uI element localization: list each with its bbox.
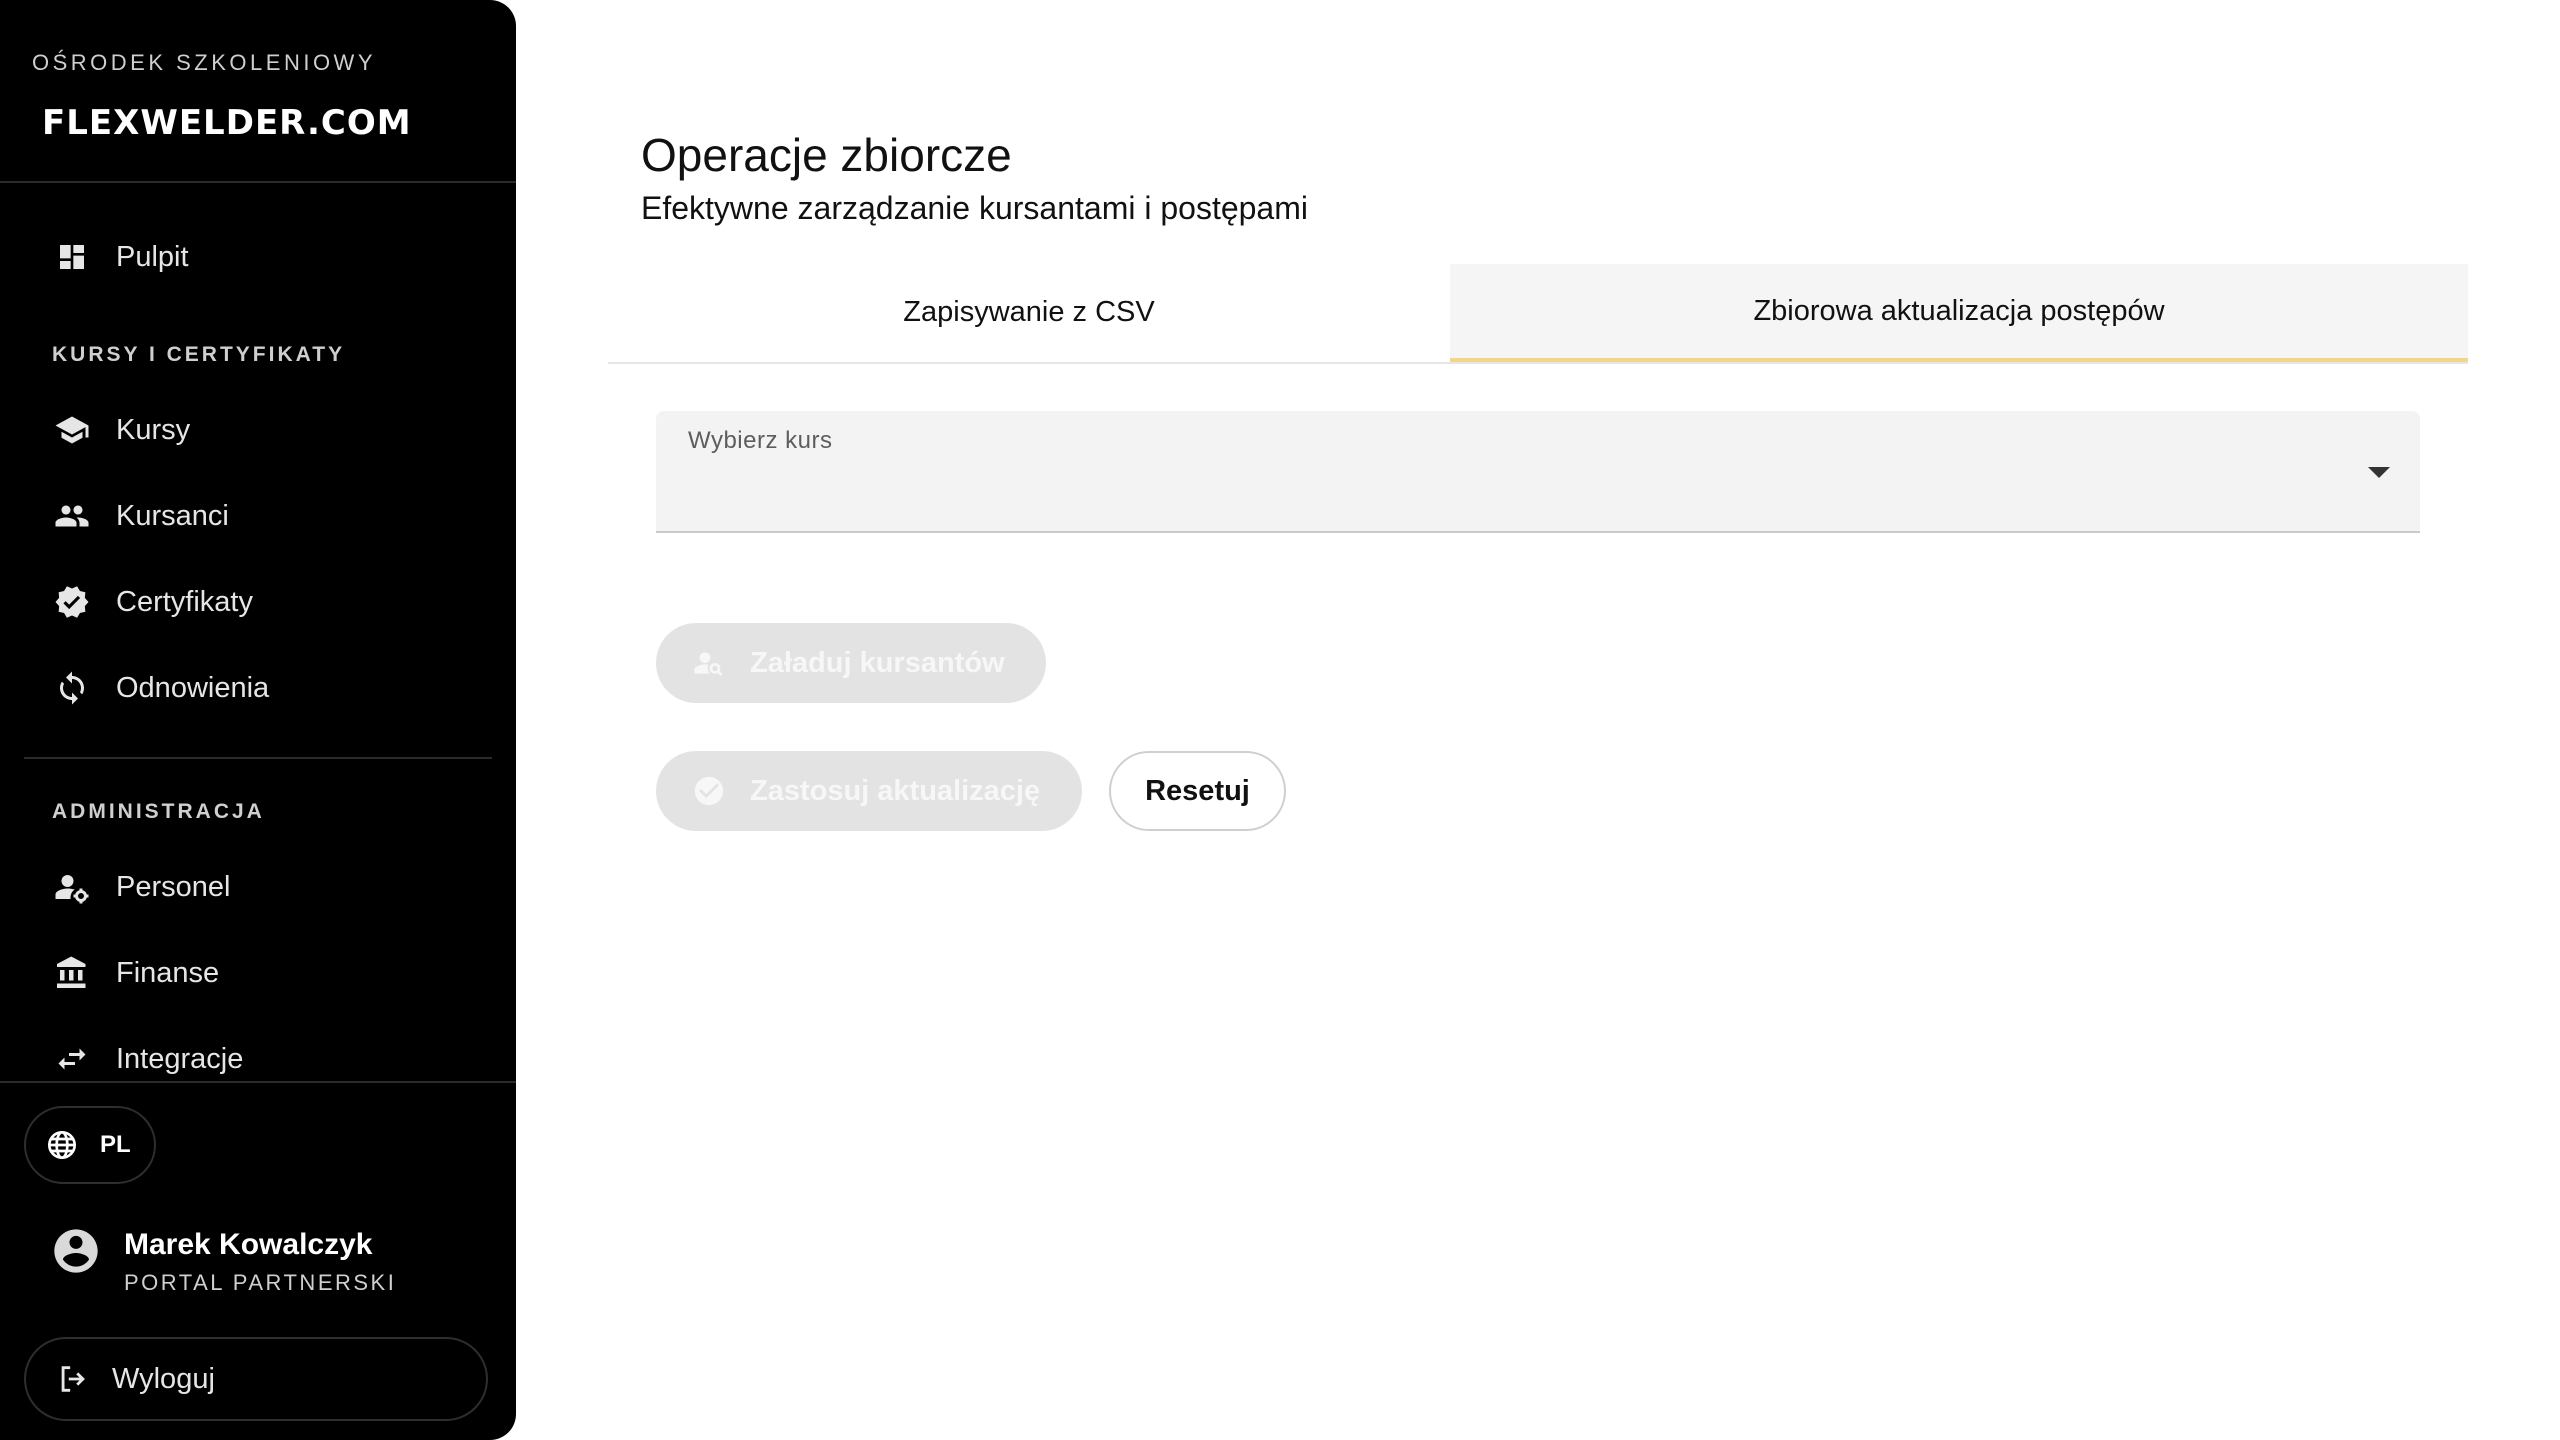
- bank-icon: [52, 953, 92, 993]
- sidebar-item-label: Odnowienia: [116, 671, 270, 704]
- sidebar-item-personel[interactable]: Personel: [24, 851, 492, 923]
- brand-logo[interactable]: FLEXWELDER.COM: [42, 103, 412, 143]
- sidebar-item-label: Kursanci: [116, 499, 229, 532]
- section-label-admin: ADMINISTRACJA: [52, 800, 265, 823]
- sidebar-item-label: Integracje: [116, 1042, 244, 1075]
- dropdown-arrow-icon: [2368, 467, 2390, 478]
- main-content: Operacje zbiorcze Efektywne zarządzanie …: [516, 0, 2560, 1440]
- sync-icon: [52, 668, 92, 708]
- tab-bulk-progress-update[interactable]: Zbiorowa aktualizacja postępów: [1450, 264, 2468, 362]
- page-title: Operacje zbiorcze: [641, 129, 1012, 181]
- verified-badge-icon: [52, 582, 92, 622]
- section-label-courses: KURSY I CERTYFIKATY: [52, 343, 346, 366]
- people-icon: [52, 496, 92, 536]
- org-label: OŚRODEK SZKOLENIOWY: [32, 50, 376, 75]
- sidebar-divider: [0, 1081, 516, 1083]
- apply-update-label: Zastosuj aktualizację: [750, 774, 1041, 807]
- sidebar-item-kursanci[interactable]: Kursanci: [24, 480, 492, 552]
- sidebar: OŚRODEK SZKOLENIOWY FLEXWELDER.COM Pulpi…: [0, 0, 516, 1440]
- sidebar-item-integracje[interactable]: Integracje: [24, 1023, 492, 1095]
- sidebar-item-label: Pulpit: [116, 240, 189, 273]
- sidebar-item-kursy[interactable]: Kursy: [24, 394, 492, 466]
- reset-button[interactable]: Resetuj: [1109, 751, 1286, 831]
- load-students-button[interactable]: Załaduj kursantów: [656, 623, 1046, 703]
- dashboard-icon: [52, 237, 92, 277]
- logout-label: Wyloguj: [112, 1362, 215, 1395]
- apply-update-button[interactable]: Zastosuj aktualizację: [656, 751, 1082, 831]
- sidebar-item-label: Kursy: [116, 413, 191, 446]
- sidebar-item-label: Finanse: [116, 956, 220, 989]
- tab-bar: Zapisywanie z CSV Zbiorowa aktualizacja …: [608, 264, 2468, 364]
- course-select-label: Wybierz kurs: [688, 427, 833, 454]
- sidebar-item-odnowienia[interactable]: Odnowienia: [24, 652, 492, 724]
- tab-csv-enrollment[interactable]: Zapisywanie z CSV: [608, 264, 1450, 360]
- logout-button[interactable]: Wyloguj: [24, 1337, 488, 1421]
- page-subtitle: Efektywne zarządzanie kursantami i postę…: [641, 190, 1308, 226]
- sidebar-divider: [0, 181, 516, 183]
- sidebar-item-label: Personel: [116, 870, 231, 903]
- user-settings-icon: [52, 867, 92, 907]
- swap-arrows-icon: [52, 1039, 92, 1079]
- sidebar-divider: [24, 757, 492, 759]
- language-switcher[interactable]: PL: [24, 1106, 156, 1184]
- load-students-label: Załaduj kursantów: [750, 646, 1005, 679]
- user-name: Marek Kowalczyk: [124, 1228, 373, 1261]
- sidebar-item-certyfikaty[interactable]: Certyfikaty: [24, 566, 492, 638]
- course-select[interactable]: Wybierz kurs: [656, 411, 2420, 533]
- user-role: PORTAL PARTNERSKI: [124, 1270, 397, 1295]
- user-avatar-block: [50, 1225, 102, 1277]
- globe-icon: [44, 1127, 80, 1163]
- account-circle-icon: [50, 1225, 102, 1277]
- sidebar-item-finanse[interactable]: Finanse: [24, 937, 492, 1009]
- language-label: PL: [100, 1131, 131, 1158]
- graduation-cap-icon: [52, 410, 92, 450]
- sidebar-item-label: Certyfikaty: [116, 585, 253, 618]
- person-search-icon: [692, 646, 726, 680]
- sidebar-item-pulpit[interactable]: Pulpit: [24, 221, 492, 293]
- logout-icon: [54, 1360, 92, 1398]
- check-circle-icon: [692, 774, 726, 808]
